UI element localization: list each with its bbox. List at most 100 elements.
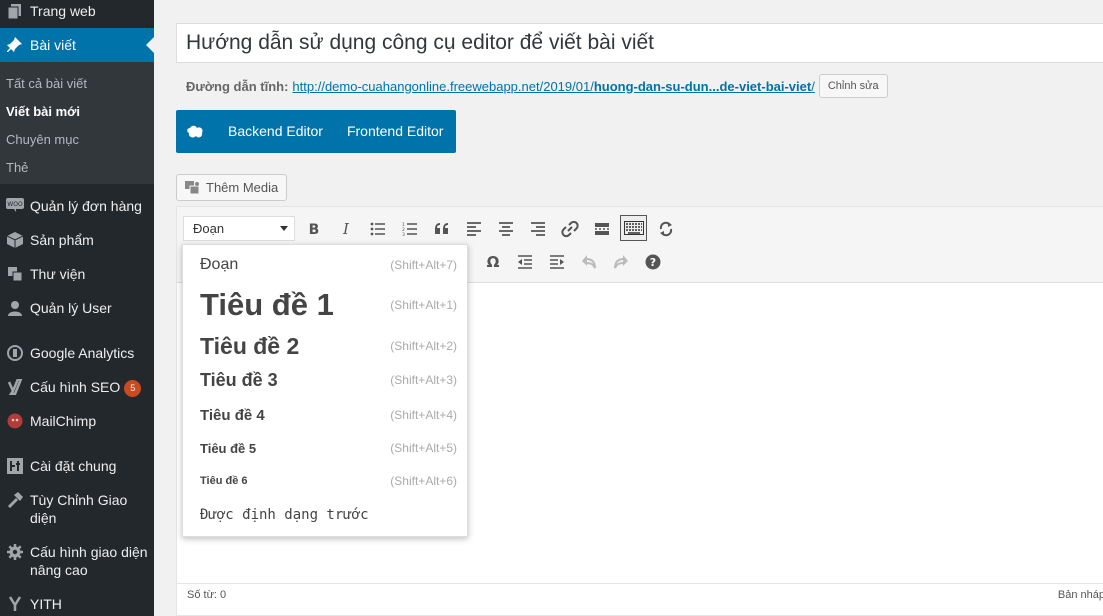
backend-editor-button[interactable]: Backend Editor — [216, 110, 335, 153]
read-more-icon[interactable] — [590, 217, 614, 241]
draft-status: Bản nháp — [1057, 589, 1103, 601]
sidebar-item-label: Cấu hình SEO 5 — [30, 378, 154, 397]
caret-down-icon — [280, 226, 288, 231]
toolbar-toggle-icon[interactable] — [620, 215, 647, 241]
add-media-button[interactable]: Thêm Media — [176, 174, 288, 201]
sidebar-item-yith[interactable]: YITH — [0, 595, 154, 613]
svg-text:?: ? — [650, 256, 656, 269]
svg-text:I: I — [342, 222, 350, 236]
svg-text:WOO: WOO — [7, 201, 23, 208]
user-icon — [0, 299, 30, 316]
undo-icon[interactable] — [577, 250, 601, 274]
sidebar-item-advanced[interactable]: Cấu hình giao diện nâng cao — [0, 543, 154, 579]
format-option-shortcut: (Shift+Alt+6) — [390, 474, 457, 488]
format-option-heading-1[interactable]: Tiêu đề 1 (Shift+Alt+1) — [183, 285, 467, 325]
align-center-icon[interactable] — [494, 217, 518, 241]
format-option-label: Đoạn — [200, 256, 239, 273]
italic-icon[interactable]: I — [334, 217, 358, 241]
composer-toggle-icon[interactable] — [654, 217, 678, 241]
format-option-shortcut: (Shift+Alt+5) — [390, 441, 457, 455]
sidebar-item-label: Cấu hình giao diện nâng cao — [30, 544, 148, 578]
yoast-icon — [0, 378, 30, 395]
composer-logo-icon — [176, 125, 216, 139]
sidebar-item-label: MailChimp — [30, 413, 97, 429]
yith-icon — [0, 595, 30, 612]
permalink-end: / — [811, 78, 815, 94]
edit-permalink-button[interactable]: Chỉnh sửa — [818, 74, 888, 98]
submenu-new-post[interactable]: Viết bài mới — [6, 104, 80, 119]
format-option-preformatted[interactable]: Được định dạng trước — [183, 503, 467, 527]
format-option-shortcut: (Shift+Alt+3) — [390, 373, 457, 387]
format-option-heading-4[interactable]: Tiêu đề 4 (Shift+Alt+4) — [183, 403, 467, 427]
format-option-heading-5[interactable]: Tiêu đề 5 (Shift+Alt+5) — [183, 437, 467, 459]
format-option-label: Tiêu đề 4 — [200, 406, 265, 424]
box-icon — [0, 231, 30, 248]
format-option-label: Được định dạng trước — [200, 507, 369, 523]
format-option-shortcut: (Shift+Alt+4) — [390, 408, 457, 422]
sidebar-item-media[interactable]: Thư viện — [0, 265, 154, 283]
permalink-label: Đường dẫn tĩnh: — [186, 78, 289, 94]
permalink-base: http://demo-cuahangonline.freewebapp.net… — [292, 78, 594, 94]
sidebar-item-label: Cài đặt chung — [30, 458, 117, 474]
format-option-heading-2[interactable]: Tiêu đề 2 (Shift+Alt+2) — [183, 331, 467, 361]
format-dropdown-menu: Đoạn (Shift+Alt+7) Tiêu đề 1 (Shift+Alt+… — [182, 244, 468, 537]
sidebar-item-users[interactable]: Quản lý User — [0, 299, 154, 317]
sidebar-item-label: Tùy Chỉnh Giao diện — [30, 492, 128, 526]
editor-status-bar: Số từ: 0 Bản nháp — [177, 583, 1103, 615]
sidebar-item-customize[interactable]: Tùy Chỉnh Giao diện — [0, 491, 154, 527]
align-left-icon[interactable] — [462, 217, 486, 241]
sidebar-item-label: YITH — [30, 596, 62, 612]
admin-sidebar: Trang web Bài viết Tất cả bài viết Viết … — [0, 0, 154, 616]
indent-icon[interactable] — [545, 250, 569, 274]
seo-label: Cấu hình SEO — [30, 379, 121, 395]
post-title-input[interactable]: Hướng dẫn sử dụng công cụ editor để viết… — [176, 23, 1103, 63]
sidebar-item-label: Quản lý User — [30, 300, 112, 316]
submenu-tags[interactable]: Thẻ — [6, 160, 28, 175]
frontend-editor-button[interactable]: Frontend Editor — [335, 110, 456, 153]
format-option-paragraph[interactable]: Đoạn (Shift+Alt+7) — [183, 253, 467, 277]
format-option-label: Tiêu đề 3 — [200, 369, 278, 390]
gear-icon — [0, 543, 30, 560]
format-option-label: Tiêu đề 6 — [200, 475, 248, 487]
format-option-label: Tiêu đề 5 — [200, 440, 257, 456]
sidebar-item-products[interactable]: Sản phẩm — [0, 231, 154, 249]
format-option-label: Tiêu đề 2 — [200, 332, 300, 359]
sidebar-item-seo[interactable]: Cấu hình SEO 5 — [0, 378, 154, 397]
format-select[interactable]: Đoạn — [183, 216, 295, 241]
sidebar-item-posts[interactable]: Bài viết — [0, 28, 154, 62]
sidebar-item-label: Thư viện — [30, 266, 86, 282]
add-media-label: Thêm Media — [206, 180, 279, 195]
permalink-slug: huong-dan-su-dun...de-viet-bai-viet — [593, 78, 812, 94]
sidebar-item-orders[interactable]: WOO Quản lý đơn hàng — [0, 197, 154, 215]
align-right-icon[interactable] — [526, 217, 550, 241]
blockquote-icon[interactable] — [430, 217, 454, 241]
help-icon[interactable]: ? — [641, 250, 665, 274]
submenu-all-posts[interactable]: Tất cả bài viết — [6, 76, 87, 91]
woo-icon: WOO — [0, 197, 30, 212]
bullet-list-icon[interactable] — [366, 217, 390, 241]
format-option-heading-3[interactable]: Tiêu đề 3 (Shift+Alt+3) — [183, 367, 467, 393]
hammer-icon — [0, 491, 30, 508]
permalink-link[interactable]: http://demo-cuahangonline.freewebapp.net… — [292, 79, 814, 94]
format-option-heading-6[interactable]: Tiêu đề 6 (Shift+Alt+6) — [183, 471, 467, 491]
sidebar-item-label: Trang web — [30, 3, 96, 19]
bold-icon[interactable]: B — [302, 217, 326, 241]
sidebar-item-mailchimp[interactable]: MailChimp — [0, 412, 154, 430]
svg-text:B: B — [309, 222, 320, 236]
current-menu-arrow — [146, 37, 154, 53]
format-option-shortcut: (Shift+Alt+7) — [390, 258, 457, 272]
sidebar-item-pages[interactable]: Trang web — [0, 2, 154, 24]
redo-icon[interactable] — [609, 250, 633, 274]
sidebar-item-analytics[interactable]: Google Analytics — [0, 344, 154, 362]
sidebar-item-settings[interactable]: Cài đặt chung — [0, 457, 154, 475]
submenu-categories[interactable]: Chuyên mục — [6, 132, 79, 147]
svg-text:Ω: Ω — [487, 254, 500, 270]
composer-switch: Backend Editor Frontend Editor — [176, 110, 456, 153]
link-icon[interactable] — [558, 217, 582, 241]
omega-icon[interactable]: Ω — [481, 250, 505, 274]
outdent-icon[interactable] — [513, 250, 537, 274]
numbered-list-icon[interactable]: 123 — [398, 217, 422, 241]
permalink-row: Đường dẫn tĩnh: http://demo-cuahangonlin… — [186, 74, 888, 98]
posts-submenu: Tất cả bài viết Viết bài mới Chuyên mục … — [0, 62, 154, 184]
pages-icon — [0, 2, 30, 19]
